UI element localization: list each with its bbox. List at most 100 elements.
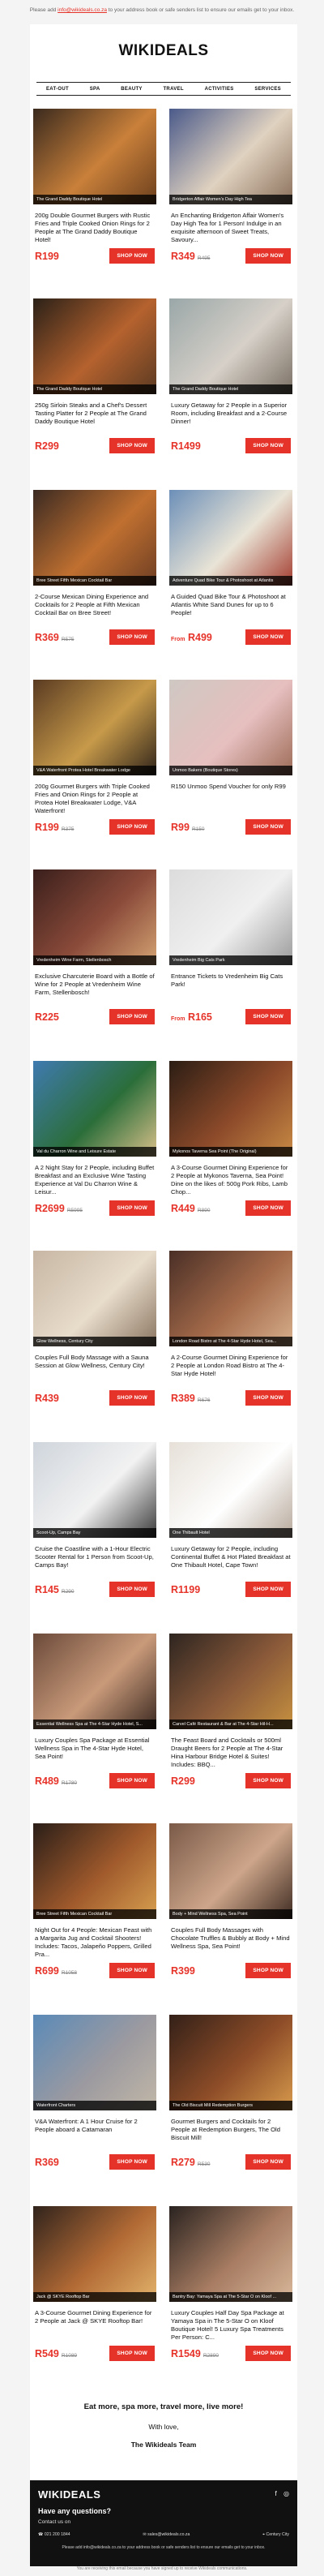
shop-now-button[interactable]: SHOP NOW bbox=[109, 2154, 155, 2170]
instagram-icon[interactable]: ◎ bbox=[284, 2490, 289, 2497]
deal-image[interactable]: Essential Wellness Spa at The 4-Star Hyd… bbox=[33, 1634, 156, 1729]
deal-card[interactable]: V&A Waterfront Protea Hotel Breakwater L… bbox=[33, 680, 156, 835]
deal-card[interactable]: Mykonos Taverna Sea Point (The Original)… bbox=[169, 1061, 292, 1216]
nav-services[interactable]: SERVICES bbox=[254, 87, 281, 92]
deal-title[interactable]: 2-Course Mexican Dining Experience and C… bbox=[33, 586, 156, 628]
deal-image[interactable]: Glow Wellness, Century City bbox=[33, 1251, 156, 1346]
deal-title[interactable]: 200g Double Gourmet Burgers with Rustic … bbox=[33, 204, 156, 247]
nav-travel[interactable]: TRAVEL bbox=[163, 87, 183, 92]
shop-now-button[interactable]: SHOP NOW bbox=[245, 248, 291, 264]
deal-image[interactable]: Body + Mind Wellness Spa, Sea Point bbox=[169, 1823, 292, 1919]
nav-eat-out[interactable]: EAT-OUT bbox=[46, 87, 69, 92]
deal-card[interactable]: Carvel Café Restaurant & Bar at The 4-St… bbox=[169, 1634, 292, 1788]
shop-now-button[interactable]: SHOP NOW bbox=[109, 2346, 155, 2361]
deal-title[interactable]: A Guided Quad Bike Tour & Photoshoot at … bbox=[169, 586, 292, 628]
deal-card[interactable]: Bree Street Fifth Mexican Cocktail Bar 2-… bbox=[33, 490, 156, 645]
deal-card[interactable]: Bridgerton Affair Women's Day High Tea An… bbox=[169, 109, 292, 264]
shop-now-button[interactable]: SHOP NOW bbox=[245, 1582, 291, 1597]
deal-card[interactable]: Vredenheim Big Cats Park Entrance Tickets… bbox=[169, 869, 292, 1024]
deal-card[interactable]: Glow Wellness, Century City Couples Full … bbox=[33, 1251, 156, 1406]
shop-now-button[interactable]: SHOP NOW bbox=[109, 1009, 155, 1024]
deal-image[interactable]: Val du Charron Wine and Leisure Estate bbox=[33, 1061, 156, 1157]
shop-now-button[interactable]: SHOP NOW bbox=[109, 629, 155, 645]
deal-title[interactable]: R150 Unmoo Spend Voucher for only R99 bbox=[169, 775, 292, 818]
deal-title[interactable]: The Feast Board and Cocktails or 500ml D… bbox=[169, 1729, 292, 1771]
deal-card[interactable]: The Grand Daddy Boutique Hotel Luxury Get… bbox=[169, 298, 292, 453]
shop-now-button[interactable]: SHOP NOW bbox=[109, 248, 155, 264]
deal-title[interactable]: Luxury Couples Spa Package at Essential … bbox=[33, 1729, 156, 1771]
deal-title[interactable]: An Enchanting Bridgerton Affair Women's … bbox=[169, 204, 292, 247]
deal-title[interactable]: Exclusive Charcuterie Board with a Bottl… bbox=[33, 965, 156, 1007]
deal-image[interactable]: Bantry Bay: Yamaya Spa at The 5-Star O o… bbox=[169, 2206, 292, 2302]
deal-image[interactable]: The Grand Daddy Boutique Hotel bbox=[33, 298, 156, 394]
deal-image[interactable]: Adventure Quad Bike Tour & Photoshoot at… bbox=[169, 490, 292, 586]
deal-card[interactable]: Jack @ SKYE Rooftop Bar A 3-Course Gourme… bbox=[33, 2206, 156, 2361]
deal-card[interactable]: Essential Wellness Spa at The 4-Star Hyd… bbox=[33, 1634, 156, 1788]
deal-card[interactable]: Body + Mind Wellness Spa, Sea Point Coupl… bbox=[169, 1823, 292, 1978]
deal-card[interactable]: Waterfront Charters V&A Waterfront: A 1 H… bbox=[33, 2015, 156, 2170]
deal-image[interactable]: Scoot-Up, Camps Bay bbox=[33, 1442, 156, 1538]
deal-title[interactable]: A 3-Course Gourmet Dining Experience for… bbox=[169, 1157, 292, 1199]
deal-title[interactable]: 200g Gourmet Burgers with Triple Cooked … bbox=[33, 775, 156, 818]
deal-card[interactable]: Unmoo Bakers (Boutique Stores) R150 Unmoo… bbox=[169, 680, 292, 835]
deal-title[interactable]: Luxury Getaway for 2 People in a Superio… bbox=[169, 394, 292, 436]
deal-card[interactable]: Bree Street Fifth Mexican Cocktail Bar Ni… bbox=[33, 1823, 156, 1978]
shop-now-button[interactable]: SHOP NOW bbox=[109, 1773, 155, 1788]
deal-image[interactable]: The Grand Daddy Boutique Hotel bbox=[33, 109, 156, 204]
deal-title[interactable]: Couples Full Body Massages with Chocolat… bbox=[169, 1919, 292, 1961]
phone-item[interactable]: ☎ 021 200 1844 bbox=[38, 2532, 70, 2537]
shop-now-button[interactable]: SHOP NOW bbox=[109, 819, 155, 835]
deal-card[interactable]: The Grand Daddy Boutique Hotel 200g Doubl… bbox=[33, 109, 156, 264]
shop-now-button[interactable]: SHOP NOW bbox=[245, 1773, 291, 1788]
shop-now-button[interactable]: SHOP NOW bbox=[245, 438, 291, 453]
deal-image[interactable]: London Road Bistro at The 4-Star Hyde Ho… bbox=[169, 1251, 292, 1346]
shop-now-button[interactable]: SHOP NOW bbox=[245, 1963, 291, 1978]
deal-card[interactable]: Bantry Bay: Yamaya Spa at The 5-Star O o… bbox=[169, 2206, 292, 2361]
shop-now-button[interactable]: SHOP NOW bbox=[245, 1390, 291, 1406]
deal-title[interactable]: Luxury Getaway for 2 People, including C… bbox=[169, 1538, 292, 1580]
deal-card[interactable]: London Road Bistro at The 4-Star Hyde Ho… bbox=[169, 1251, 292, 1406]
deal-title[interactable]: Gourmet Burgers and Cocktails for 2 Peop… bbox=[169, 2110, 292, 2153]
shop-now-button[interactable]: SHOP NOW bbox=[245, 2346, 291, 2361]
shop-now-button[interactable]: SHOP NOW bbox=[245, 629, 291, 645]
shop-now-button[interactable]: SHOP NOW bbox=[109, 1390, 155, 1406]
deal-image[interactable]: The Grand Daddy Boutique Hotel bbox=[169, 298, 292, 394]
nav-beauty[interactable]: BEAUTY bbox=[121, 87, 142, 92]
shop-now-button[interactable]: SHOP NOW bbox=[109, 438, 155, 453]
deal-title[interactable]: V&A Waterfront: A 1 Hour Cruise for 2 Pe… bbox=[33, 2110, 156, 2153]
deal-image[interactable]: Bree Street Fifth Mexican Cocktail Bar bbox=[33, 1823, 156, 1919]
shop-now-button[interactable]: SHOP NOW bbox=[109, 1582, 155, 1597]
deal-card[interactable]: The Grand Daddy Boutique Hotel 250g Sirlo… bbox=[33, 298, 156, 453]
shop-now-button[interactable]: SHOP NOW bbox=[109, 1200, 155, 1216]
deal-card[interactable]: One Thibault Hotel Luxury Getaway for 2 P… bbox=[169, 1442, 292, 1597]
footer-logo[interactable]: WIKIDEALS bbox=[38, 2488, 100, 2501]
deal-image[interactable]: Waterfront Charters bbox=[33, 2015, 156, 2110]
deal-image[interactable]: Carvel Café Restaurant & Bar at The 4-St… bbox=[169, 1634, 292, 1729]
preheader-email-link[interactable]: info@wikideals.co.za bbox=[58, 7, 107, 13]
email-item[interactable]: ✉ sales@wikideals.co.za bbox=[143, 2532, 190, 2537]
shop-now-button[interactable]: SHOP NOW bbox=[245, 819, 291, 835]
deal-image[interactable]: Jack @ SKYE Rooftop Bar bbox=[33, 2206, 156, 2302]
shop-now-button[interactable]: SHOP NOW bbox=[245, 1009, 291, 1024]
deal-title[interactable]: Night Out for 4 People: Mexican Feast wi… bbox=[33, 1919, 156, 1961]
deal-card[interactable]: The Old Biscuit Mill Redemption Burgers G… bbox=[169, 2015, 292, 2170]
shop-now-button[interactable]: SHOP NOW bbox=[245, 2154, 291, 2170]
deal-title[interactable]: A 2-Course Gourmet Dining Experience for… bbox=[169, 1346, 292, 1389]
deal-image[interactable]: Unmoo Bakers (Boutique Stores) bbox=[169, 680, 292, 775]
deal-card[interactable]: Scoot-Up, Camps Bay Cruise the Coastline … bbox=[33, 1442, 156, 1597]
deal-image[interactable]: V&A Waterfront Protea Hotel Breakwater L… bbox=[33, 680, 156, 775]
shop-now-button[interactable]: SHOP NOW bbox=[109, 1963, 155, 1978]
deal-image[interactable]: Vredenheim Big Cats Park bbox=[169, 869, 292, 965]
deal-card[interactable]: Val du Charron Wine and Leisure Estate A … bbox=[33, 1061, 156, 1216]
nav-spa[interactable]: SPA bbox=[90, 87, 100, 92]
shop-now-button[interactable]: SHOP NOW bbox=[245, 1200, 291, 1216]
deal-card[interactable]: Vredenheim Wine Farm, Stellenbosch Exclus… bbox=[33, 869, 156, 1024]
deal-title[interactable]: Couples Full Body Massage with a Sauna S… bbox=[33, 1346, 156, 1389]
deal-title[interactable]: A 2 Night Stay for 2 People, including B… bbox=[33, 1157, 156, 1199]
deal-image[interactable]: Vredenheim Wine Farm, Stellenbosch bbox=[33, 869, 156, 965]
deal-title[interactable]: 250g Sirloin Steaks and a Chef's Dessert… bbox=[33, 394, 156, 436]
deal-title[interactable]: Cruise the Coastline with a 1-Hour Elect… bbox=[33, 1538, 156, 1580]
facebook-icon[interactable]: f bbox=[275, 2490, 277, 2497]
deal-card[interactable]: Adventure Quad Bike Tour & Photoshoot at… bbox=[169, 490, 292, 645]
wikideals-logo[interactable]: WIKIDEALS bbox=[30, 42, 297, 60]
